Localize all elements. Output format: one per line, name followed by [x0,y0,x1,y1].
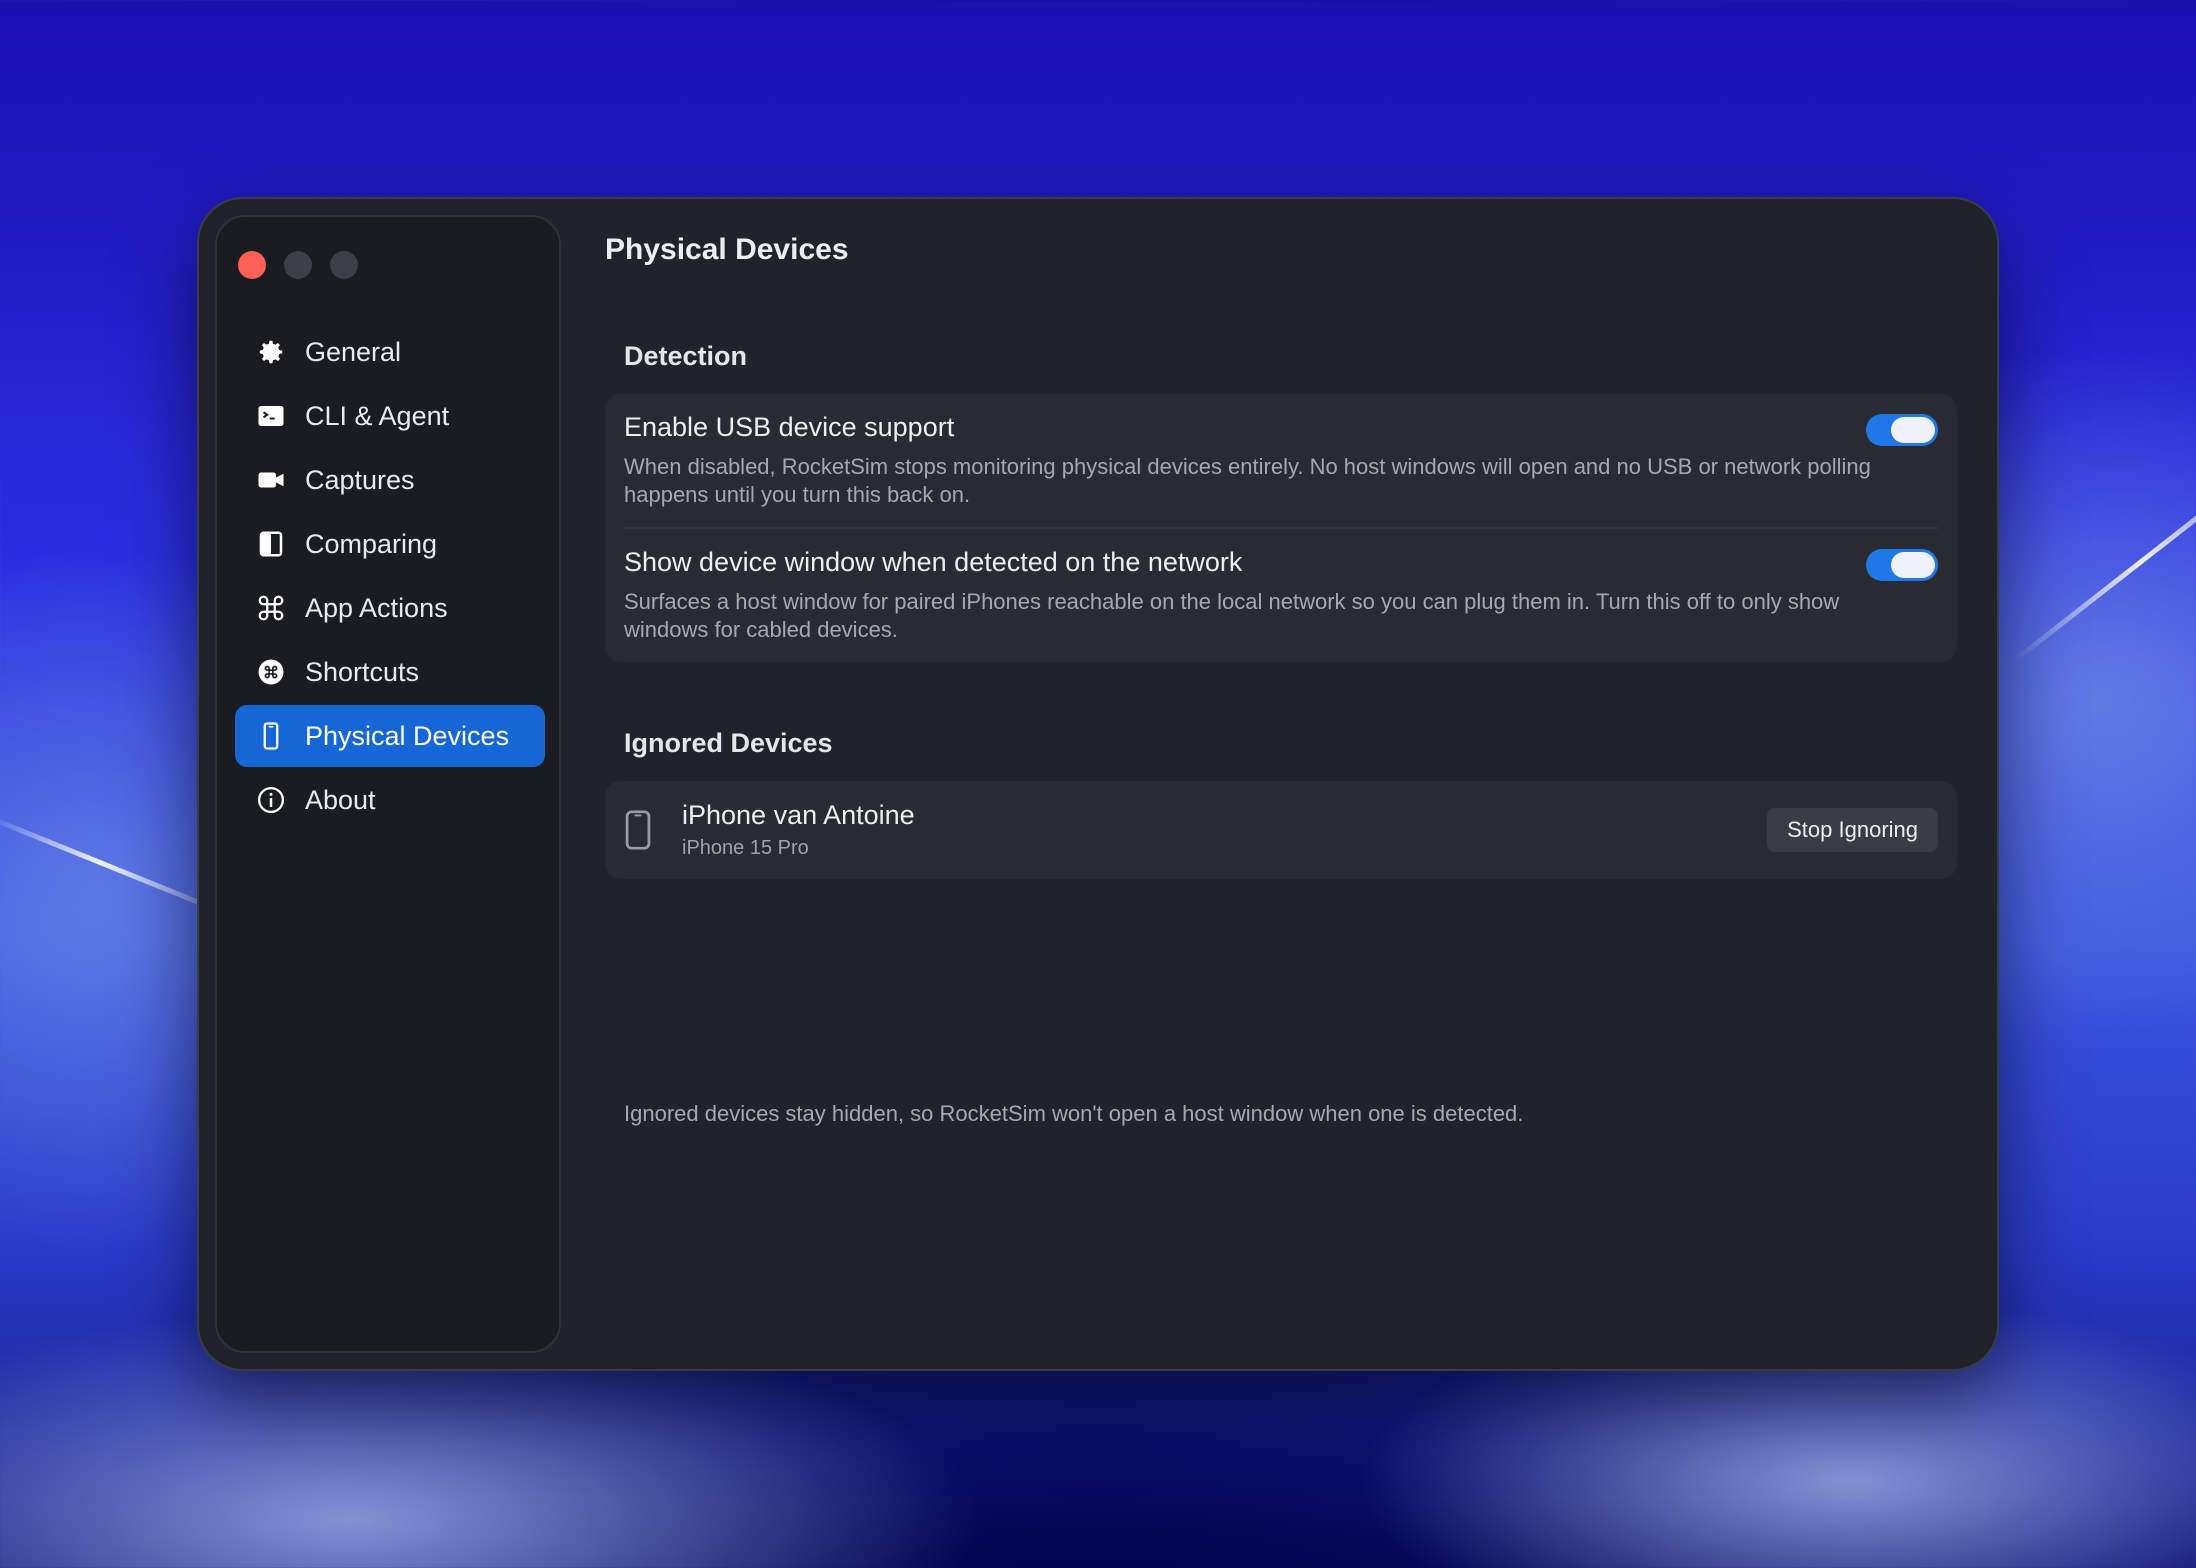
sidebar-item-general[interactable]: General [235,321,545,383]
terminal-icon [255,400,287,432]
network-window-row: Show device window when detected on the … [605,529,1957,662]
device-name: iPhone van Antoine [682,800,915,830]
gear-icon [255,336,287,368]
command-icon [255,592,287,624]
network-window-title: Show device window when detected on the … [624,547,1243,577]
sidebar-item-label: Captures [305,464,415,495]
ignored-devices-heading: Ignored Devices [624,728,833,758]
sidebar: General CLI & Agent Captures Comparing A… [215,215,561,1353]
sidebar-item-app-actions[interactable]: App Actions [235,577,545,639]
usb-support-row: Enable USB device support When disabled,… [605,394,1957,527]
sidebar-item-shortcuts[interactable]: Shortcuts [235,641,545,703]
detection-card: Enable USB device support When disabled,… [605,394,1957,662]
window-controls [238,251,358,279]
ignored-device-row: iPhone van Antoine iPhone 15 Pro Stop Ig… [605,781,1957,879]
video-camera-icon [255,464,287,496]
sidebar-item-label: App Actions [305,592,448,623]
sidebar-item-comparing[interactable]: Comparing [235,513,545,575]
iphone-icon [625,810,651,850]
network-window-toggle[interactable] [1866,549,1938,581]
ignored-devices-card: iPhone van Antoine iPhone 15 Pro Stop Ig… [605,781,1957,879]
device-info: iPhone van Antoine iPhone 15 Pro [682,800,915,860]
usb-support-title: Enable USB device support [624,412,955,442]
page-title: Physical Devices [605,233,849,266]
sidebar-item-about[interactable]: About [235,769,545,831]
iphone-icon [255,720,287,752]
background-light-streak [2012,462,2196,663]
settings-window: General CLI & Agent Captures Comparing A… [199,199,1997,1369]
device-model: iPhone 15 Pro [682,837,809,859]
split-square-icon [255,528,287,560]
main-content: Physical Devices Detection Enable USB de… [605,199,1997,1369]
usb-support-toggle[interactable] [1866,414,1938,446]
zoom-button[interactable] [330,251,358,279]
sidebar-item-physical-devices[interactable]: Physical Devices [235,705,545,767]
toggle-knob [1891,552,1935,578]
detection-heading: Detection [624,341,748,371]
usb-support-description: When disabled, RocketSim stops monitorin… [624,454,1871,507]
minimize-button[interactable] [284,251,312,279]
sidebar-item-cli-agent[interactable]: CLI & Agent [235,385,545,447]
stop-ignoring-button[interactable]: Stop Ignoring [1767,808,1938,852]
sidebar-item-label: About [305,784,376,815]
sidebar-nav: General CLI & Agent Captures Comparing A… [235,321,545,833]
ignored-devices-footnote: Ignored devices stay hidden, so RocketSi… [624,1101,1524,1126]
close-button[interactable] [238,251,266,279]
command-circle-icon [255,656,287,688]
sidebar-item-label: General [305,336,402,367]
sidebar-item-label: CLI & Agent [305,400,450,431]
sidebar-item-captures[interactable]: Captures [235,449,545,511]
sidebar-item-label: Comparing [305,528,438,559]
sidebar-item-label: Shortcuts [305,656,420,687]
network-window-description: Surfaces a host window for paired iPhone… [624,589,1840,642]
sidebar-item-label: Physical Devices [305,720,510,751]
toggle-knob [1891,417,1935,443]
background-light-streak [0,815,213,910]
info-circle-icon [255,784,287,816]
